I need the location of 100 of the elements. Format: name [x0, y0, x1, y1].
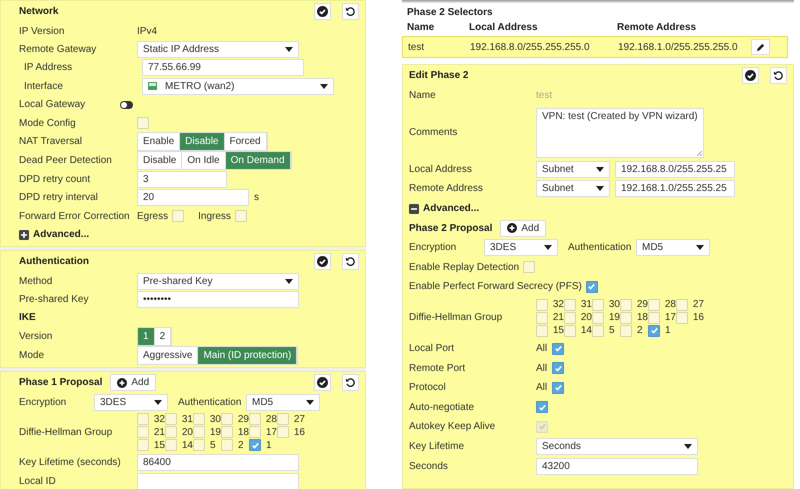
advanced-toggle[interactable]: Advanced... — [409, 203, 536, 214]
field-label: Enable Perfect Forward Secrecy (PFS) — [409, 281, 582, 292]
text-field[interactable]: 77.55.66.99 — [142, 59, 304, 76]
field-label: Comments — [409, 127, 458, 138]
checkbox[interactable] — [193, 413, 205, 426]
dropdown[interactable]: MD5 — [636, 239, 710, 256]
checkbox[interactable] — [193, 439, 205, 452]
checkbox[interactable] — [137, 426, 149, 438]
checkbox[interactable] — [592, 298, 604, 311]
field-label: Name — [409, 90, 436, 102]
checkbox[interactable] — [564, 298, 576, 311]
checkbox[interactable] — [165, 439, 177, 452]
text-field[interactable]: 86400 — [137, 454, 299, 472]
checkbox[interactable] — [536, 298, 548, 311]
dropdown[interactable]: 3DES — [94, 394, 168, 411]
checkbox[interactable] — [193, 426, 205, 438]
checkbox[interactable] — [620, 312, 632, 324]
segmented-option[interactable]: 1 — [138, 328, 155, 346]
text-field[interactable]: 3 — [137, 171, 227, 188]
checkbox[interactable] — [564, 312, 576, 324]
dropdown[interactable]: 3DES — [484, 239, 558, 256]
apply-button[interactable] — [742, 67, 759, 84]
text-field[interactable]: 192.168.1.0/255.255.25 — [615, 180, 735, 198]
text-field[interactable]: 192.168.8.0/255.255.25 — [615, 160, 735, 178]
checkmark-icon — [554, 344, 563, 354]
add-button[interactable]: Add — [110, 374, 156, 392]
checkbox[interactable] — [277, 426, 289, 438]
dropdown[interactable]: METRO (wan2) — [142, 78, 334, 95]
caret-icon — [320, 84, 328, 89]
field-label: Seconds — [409, 460, 448, 472]
checkbox[interactable] — [165, 413, 177, 426]
advanced-toggle[interactable]: Advanced... — [19, 229, 137, 240]
revert-button[interactable] — [770, 67, 787, 84]
edit-button[interactable] — [751, 39, 770, 55]
text-field[interactable]: •••••••• — [137, 290, 299, 308]
checkbox[interactable] — [648, 324, 660, 337]
dropdown[interactable]: Subnet — [536, 180, 610, 198]
checkbox[interactable] — [172, 210, 184, 222]
revert-button[interactable] — [342, 252, 359, 270]
checkbox[interactable] — [165, 426, 177, 438]
revert-button[interactable] — [342, 3, 359, 20]
apply-button[interactable] — [314, 3, 331, 20]
plus-circle-icon — [117, 378, 128, 388]
segmented-option[interactable]: On Idle — [182, 152, 226, 170]
dropdown[interactable]: Pre-shared Key — [137, 272, 299, 290]
segmented-option[interactable]: Enable — [138, 133, 180, 150]
dropdown[interactable]: Seconds — [536, 438, 698, 456]
checkbox[interactable] — [249, 439, 261, 452]
text-field[interactable]: 20 — [137, 189, 249, 206]
checkbox[interactable] — [249, 413, 261, 426]
checkbox[interactable] — [234, 210, 247, 222]
checkbox[interactable] — [564, 324, 576, 337]
segmented-option[interactable]: Main (ID protection) — [198, 347, 298, 364]
checkbox[interactable] — [586, 280, 598, 293]
apply-button[interactable] — [314, 252, 331, 270]
comments-field[interactable]: VPN: test (Created by VPN wizard) — [536, 108, 704, 158]
segmented-option[interactable]: 2 — [154, 328, 172, 346]
checkbox[interactable] — [648, 312, 660, 324]
field-label: Mode — [19, 350, 44, 362]
checkbox[interactable] — [676, 298, 688, 311]
segmented-option[interactable]: Disable — [138, 152, 182, 170]
segmented-option[interactable]: On Demand — [226, 152, 291, 170]
checkbox[interactable] — [592, 312, 604, 324]
text-field[interactable]: 43200 — [536, 458, 698, 475]
text-field[interactable] — [137, 472, 299, 489]
field-label: 21 — [552, 312, 564, 324]
checkbox[interactable] — [221, 426, 233, 438]
checkbox[interactable] — [552, 362, 564, 374]
checkbox[interactable] — [536, 401, 548, 414]
interface-icon — [148, 82, 157, 90]
add-button[interactable]: Add — [500, 220, 546, 237]
checkbox[interactable] — [221, 413, 233, 426]
checkbox[interactable] — [536, 324, 548, 337]
segmented-option[interactable]: Disable — [180, 133, 224, 150]
checkbox[interactable] — [523, 261, 536, 274]
apply-button[interactable] — [314, 374, 331, 392]
checkbox[interactable] — [620, 298, 632, 311]
segmented-option[interactable]: Aggressive — [138, 347, 198, 364]
segmented-option[interactable]: Forced — [224, 133, 267, 150]
checkbox[interactable] — [552, 382, 564, 394]
dropdown[interactable]: MD5 — [246, 394, 320, 411]
checkbox[interactable] — [137, 439, 149, 452]
revert-button[interactable] — [342, 374, 359, 392]
checkbox[interactable] — [592, 324, 604, 337]
checkbox[interactable] — [277, 413, 289, 426]
checkbox[interactable] — [620, 324, 632, 337]
checkbox[interactable] — [137, 117, 149, 130]
checkbox[interactable] — [249, 426, 261, 438]
checkbox[interactable] — [552, 342, 564, 355]
checkbox[interactable] — [676, 312, 688, 324]
table-row[interactable]: test 192.168.8.0/255.255.255.0 192.168.1.0/255.255.255.0 — [402, 36, 788, 58]
dropdown[interactable]: Subnet — [536, 160, 610, 178]
checkbox[interactable] — [536, 312, 548, 324]
field-label: Version — [19, 331, 52, 342]
field-label: 19 — [608, 312, 620, 324]
toggle-switch[interactable] — [120, 100, 133, 109]
checkbox[interactable] — [137, 413, 149, 426]
checkbox[interactable] — [221, 439, 233, 452]
dropdown[interactable]: Static IP Address — [137, 41, 299, 58]
checkbox[interactable] — [648, 298, 660, 311]
